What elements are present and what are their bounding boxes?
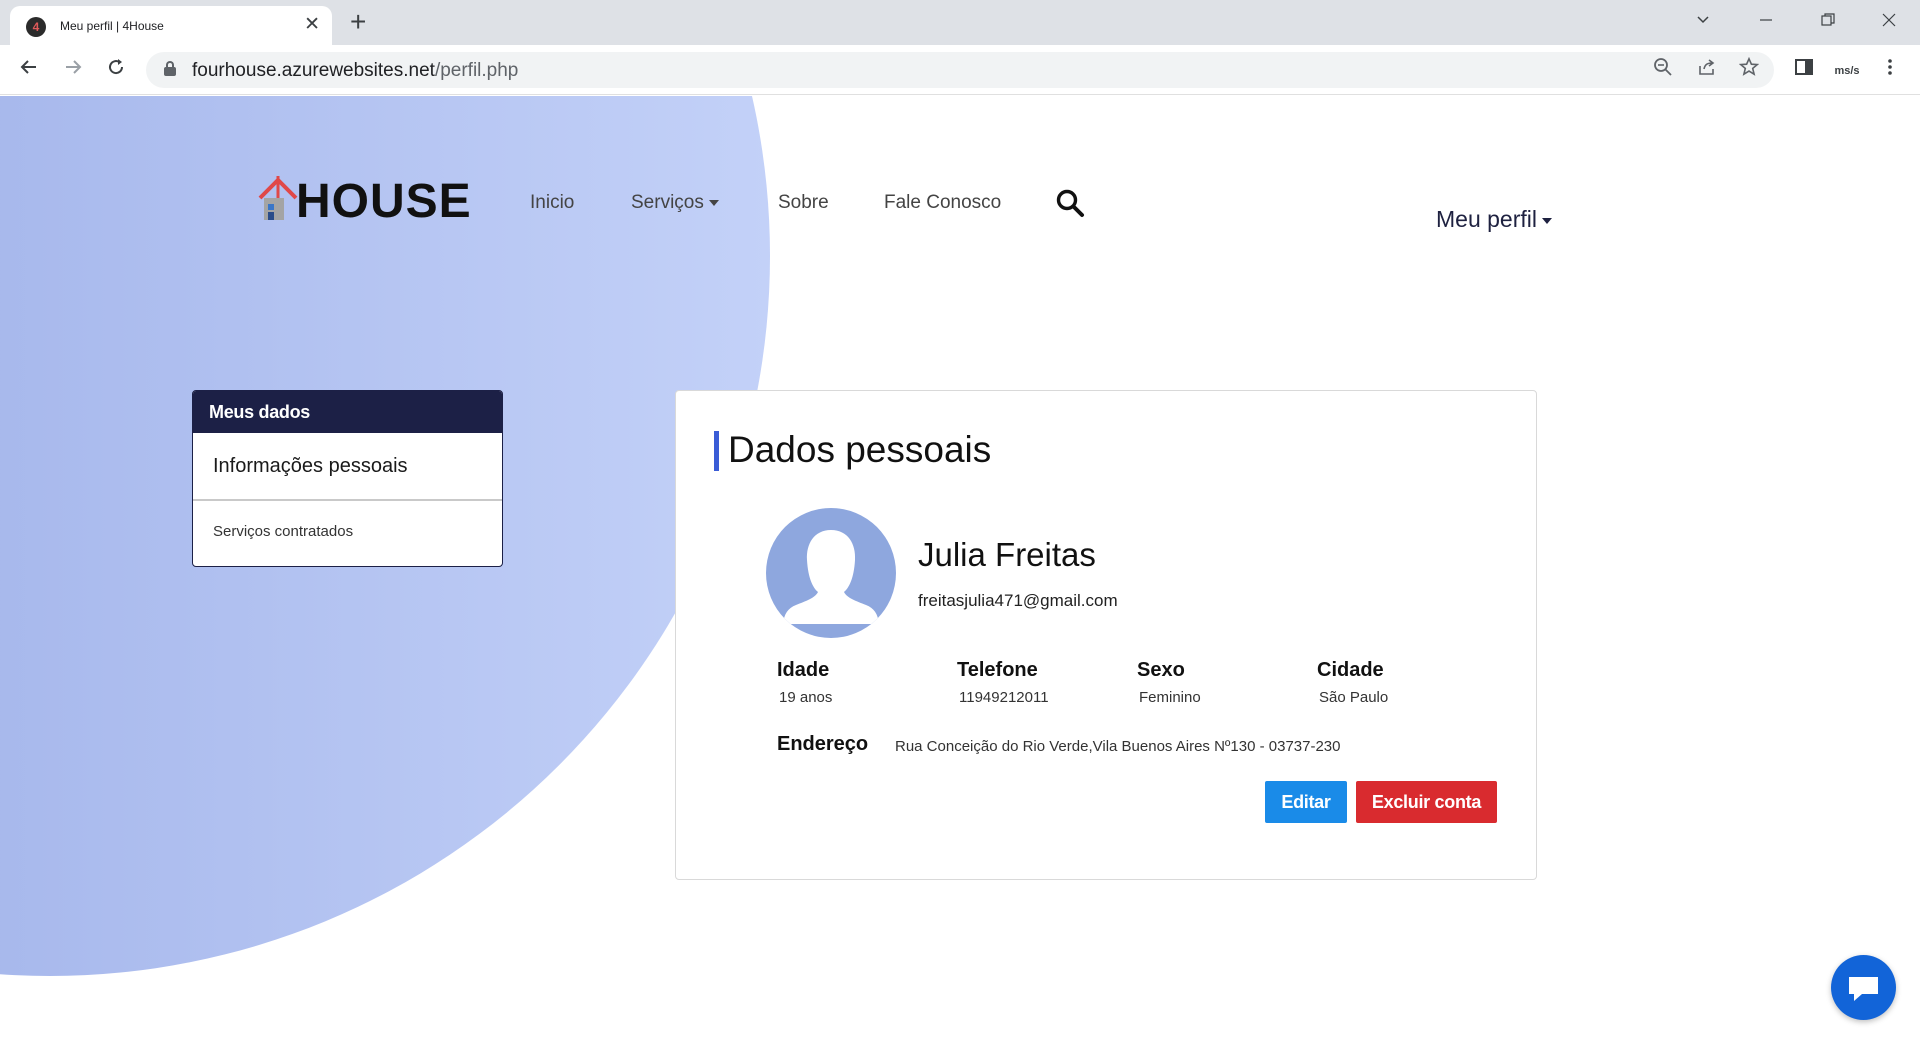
caret-down-icon: [1541, 217, 1552, 224]
site-favicon-icon: 4: [26, 17, 46, 37]
nav-servicos-dropdown[interactable]: Serviços: [631, 192, 719, 214]
profile-menu-label: Meu perfil: [1436, 206, 1537, 232]
sidebar-card: Meus dados Informações pessoais Serviços…: [192, 390, 503, 567]
tab-search-icon[interactable]: [1680, 6, 1726, 36]
page-content: HOUSE Inicio Serviços Sobre Fale Conosco…: [0, 96, 1920, 1040]
field-label-sexo: Sexo: [1137, 659, 1185, 681]
bookmark-star-icon[interactable]: [1736, 56, 1762, 83]
forward-icon[interactable]: [58, 55, 88, 85]
user-email: freitasjulia471@gmail.com: [918, 591, 1118, 610]
field-label-cidade: Cidade: [1317, 659, 1384, 681]
caret-down-icon: [708, 199, 719, 206]
browser-menu-icon[interactable]: [1876, 57, 1904, 85]
personal-data-card: Dados pessoais Julia Freitas freitasjuli…: [675, 390, 1537, 880]
new-tab-button[interactable]: +: [350, 8, 366, 36]
restore-button[interactable]: [1805, 6, 1851, 36]
nav-fale-conosco[interactable]: Fale Conosco: [884, 192, 1001, 214]
field-label-telefone: Telefone: [957, 659, 1038, 681]
share-icon[interactable]: [1694, 57, 1720, 83]
sidebar-header: Meus dados: [193, 391, 502, 433]
url-path: /perfil.php: [434, 60, 519, 81]
search-icon[interactable]: [1055, 188, 1085, 218]
nav-servicos-label: Serviços: [631, 192, 704, 213]
chat-bubble-icon: [1849, 977, 1878, 1001]
section-title: Dados pessoais: [728, 429, 992, 470]
back-icon[interactable]: [14, 55, 44, 85]
address-value: Rua Conceição do Rio Verde,Vila Buenos A…: [895, 738, 1341, 755]
field-value-telefone: 11949212011: [959, 689, 1049, 706]
nav-sobre[interactable]: Sobre: [778, 192, 829, 214]
browser-tab-active[interactable]: 4 Meu perfil | 4House ✕: [10, 6, 332, 45]
tab-title: Meu perfil | 4House: [60, 19, 164, 33]
tab-close-icon[interactable]: ✕: [304, 15, 320, 34]
url-text[interactable]: fourhouse.azurewebsites.net/perfil.php: [192, 60, 518, 82]
nav-inicio[interactable]: Inicio: [530, 192, 574, 214]
close-window-button[interactable]: [1866, 6, 1912, 36]
browser-tab-bar: 4 Meu perfil | 4House ✕ +: [0, 0, 1920, 45]
browser-toolbar: fourhouse.azurewebsites.net/perfil.php m…: [0, 45, 1920, 95]
address-label: Endereço: [777, 733, 869, 755]
sidebar-item-servicos-contratados[interactable]: Serviços contratados: [193, 501, 502, 566]
sidebar-item-informacoes-pessoais[interactable]: Informações pessoais: [193, 433, 502, 501]
address-bar[interactable]: fourhouse.azurewebsites.net/perfil.php: [146, 52, 1774, 88]
profile-menu-dropdown[interactable]: Meu perfil: [1436, 206, 1552, 233]
chat-button[interactable]: [1831, 955, 1896, 1020]
logo-text: HOUSE: [296, 175, 472, 228]
zoom-icon[interactable]: [1650, 57, 1676, 83]
title-accent-bar: [714, 431, 719, 471]
field-value-sexo: Feminino: [1139, 689, 1201, 706]
extension-icon[interactable]: ms/s: [1833, 57, 1861, 85]
delete-account-button[interactable]: Excluir conta: [1356, 781, 1497, 823]
user-silhouette-icon: [783, 530, 879, 624]
field-value-cidade: São Paulo: [1319, 689, 1389, 706]
side-panel-icon[interactable]: [1790, 57, 1818, 85]
reload-icon[interactable]: [101, 55, 131, 85]
user-name: Julia Freitas: [918, 536, 1096, 573]
minimize-button[interactable]: [1743, 6, 1789, 36]
edit-button[interactable]: Editar: [1265, 781, 1347, 823]
avatar: [766, 508, 896, 638]
lock-icon[interactable]: [164, 61, 176, 77]
field-value-idade: 19 anos: [779, 689, 833, 706]
url-host: fourhouse.azurewebsites.net: [192, 60, 435, 81]
field-label-idade: Idade: [777, 659, 830, 681]
